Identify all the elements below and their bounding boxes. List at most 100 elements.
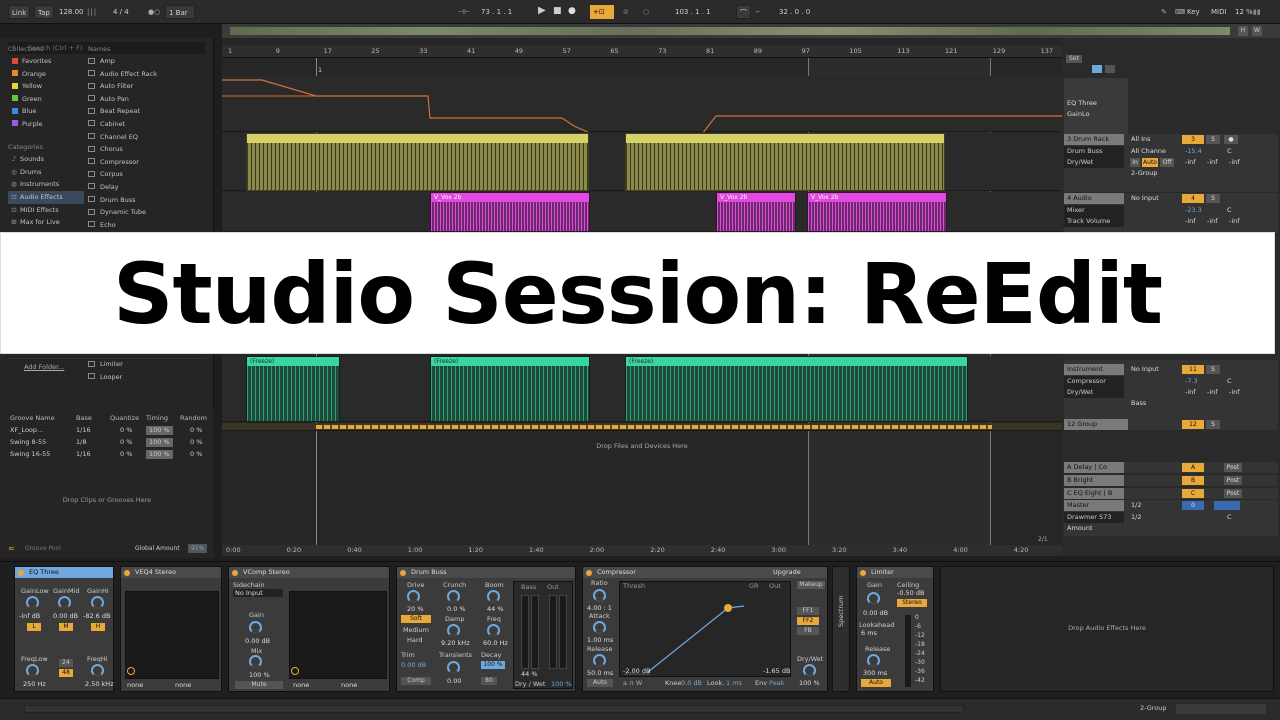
compressor-device[interactable]: Compressor Upgrade Ratio 4.00 : 1 Attack… xyxy=(582,566,828,692)
track-3-route[interactable]: 2-Group xyxy=(1128,168,1158,179)
groove-row[interactable]: Swing 8-55 1/8 0 % 100 % 0 % xyxy=(8,437,214,448)
track-3-send-c[interactable]: -inf xyxy=(1226,157,1240,168)
track-4-number[interactable]: 4 xyxy=(1182,194,1204,203)
track-11-send-c[interactable]: -inf xyxy=(1226,387,1240,398)
play-button[interactable]: ▶ xyxy=(535,4,549,18)
category-item[interactable]: ⊞ Max for Live xyxy=(8,216,84,229)
track-11-send-b[interactable]: -inf xyxy=(1204,387,1218,398)
master-route-1[interactable]: 1/2 xyxy=(1128,500,1141,511)
sidechain-mix-knob[interactable] xyxy=(249,655,262,668)
attack-knob[interactable] xyxy=(593,621,606,634)
groove-timing[interactable]: 100 % xyxy=(146,438,173,447)
track-11-route[interactable]: Bass xyxy=(1128,398,1146,409)
groove-base[interactable]: 1/8 xyxy=(76,437,86,448)
sidechain-gain-knob[interactable] xyxy=(249,621,262,634)
fb-button[interactable]: FB xyxy=(797,627,819,635)
groove-row[interactable]: Swing 16-55 1/16 0 % 100 % 0 % xyxy=(8,449,214,460)
automation-lane[interactable] xyxy=(222,76,1062,132)
boom-80-button[interactable]: 80 xyxy=(481,677,497,685)
loop-start[interactable]: 103 . 1 . 1 xyxy=(672,5,714,19)
overdub-button[interactable]: +⊡ xyxy=(590,5,614,19)
browser-item-looper[interactable]: Looper xyxy=(86,371,212,384)
vox-lane[interactable]: V_Vox 2b V_Vox 2b V_Vox 2b xyxy=(222,192,1062,232)
midi-map-button[interactable]: MIDI xyxy=(1208,5,1230,19)
browser-item-limiter[interactable]: Limiter xyxy=(86,358,212,371)
eq-three-device[interactable]: EQ Three GainLow GainMid GainHi -inf dB … xyxy=(14,566,114,692)
env-value[interactable]: Peak xyxy=(769,679,784,687)
punch-icon[interactable]: ⌐ xyxy=(752,5,764,19)
eq-three-power-icon[interactable] xyxy=(18,570,24,576)
tempo-field[interactable]: 128.00 xyxy=(56,5,87,19)
low-toggle[interactable]: L xyxy=(27,623,41,631)
return-post-button[interactable]: Post xyxy=(1224,463,1242,472)
track-3-off[interactable]: Off xyxy=(1160,158,1174,167)
veq4-device[interactable]: VEQ4 Stereo none none xyxy=(120,566,222,692)
groove-timing[interactable]: 100 % xyxy=(146,450,173,459)
category-item[interactable]: ⊡ Audio Effects xyxy=(8,190,84,204)
automation-arm-icon[interactable]: ⊘ xyxy=(620,5,632,19)
groove-random[interactable]: 0 % xyxy=(190,449,202,460)
master-pan[interactable]: C xyxy=(1224,512,1232,523)
track-4-header[interactable]: 4 Audio No Input Mixer Track Volume 4 S … xyxy=(1064,193,1278,233)
key-map-button[interactable]: Key xyxy=(1184,5,1203,19)
gainmid-knob[interactable] xyxy=(58,596,71,609)
browser-item[interactable]: Audio Effect Rack xyxy=(86,68,212,81)
set-button[interactable]: Set xyxy=(1066,55,1082,63)
track-3-device[interactable]: Drum Buss xyxy=(1064,146,1124,157)
groove-row[interactable]: XF_Loop... 1/16 0 % 100 % 0 % xyxy=(8,425,214,436)
return-track-header[interactable]: B Bright B Post xyxy=(1064,475,1278,486)
freeze-clip-2[interactable]: (Freeze) xyxy=(430,356,590,422)
drum-clip-2[interactable] xyxy=(625,133,945,191)
track-3-send-a[interactable]: -inf xyxy=(1182,157,1196,168)
master-header[interactable]: Master Drawmer S73 Amount 1/2 1/2 0 C xyxy=(1064,500,1278,536)
track-11-pan[interactable]: C xyxy=(1224,376,1232,387)
track-3-solo[interactable]: S xyxy=(1206,135,1220,144)
groove-random[interactable]: 0 % xyxy=(190,425,202,436)
return-post-button[interactable]: Post xyxy=(1224,489,1242,498)
group-12-number[interactable]: 12 xyxy=(1182,420,1204,429)
slope-24-button[interactable]: 24 xyxy=(59,659,73,667)
track-3-channels[interactable]: All Channe xyxy=(1128,146,1180,157)
browser-item[interactable]: Auto Pan xyxy=(86,93,212,106)
return-track-letter[interactable]: C xyxy=(1182,489,1204,498)
vcomp-power-icon[interactable] xyxy=(232,570,238,576)
high-toggle[interactable]: H xyxy=(91,623,105,631)
browser-item[interactable]: Amp xyxy=(86,55,212,68)
h-toggle[interactable]: H xyxy=(1238,26,1248,36)
drive-knob[interactable] xyxy=(407,590,420,603)
freqhi-knob[interactable] xyxy=(91,664,104,677)
nudge-icon[interactable]: ||| xyxy=(84,5,100,19)
track-11-device[interactable]: Instrument xyxy=(1064,364,1124,375)
gainhi-knob[interactable] xyxy=(91,596,104,609)
audio-effects-drop-zone[interactable]: Drop Audio Effects Here xyxy=(940,566,1274,692)
comp-dry-wet-knob[interactable] xyxy=(803,664,816,677)
freq-knob[interactable] xyxy=(487,624,500,637)
track-4-solo[interactable]: S xyxy=(1206,194,1220,203)
group-12-name[interactable]: 12 Group xyxy=(1064,419,1128,430)
return-track-header[interactable]: A Delay | Co A Post xyxy=(1064,462,1278,473)
slope-48-button[interactable]: 48 xyxy=(59,669,73,677)
browser-item[interactable]: Cabinet xyxy=(86,118,212,131)
reenable-icon[interactable]: ○ xyxy=(640,5,652,19)
browser-item[interactable]: Corpus xyxy=(86,168,212,181)
tap-button[interactable]: Tap xyxy=(34,5,54,19)
vcomp-config-icon[interactable] xyxy=(291,667,299,675)
drum-clip[interactable] xyxy=(246,133,589,191)
compressor-graph[interactable] xyxy=(619,581,791,677)
track-3-number[interactable]: 3 xyxy=(1182,135,1204,144)
vox-clip-2[interactable]: V_Vox 2b xyxy=(716,192,796,232)
track-3-param[interactable]: Dry/Wet xyxy=(1064,157,1124,168)
time-signature[interactable]: 4 / 4 xyxy=(110,5,132,19)
track-11-volume[interactable]: -7.3 xyxy=(1182,376,1198,387)
medium-button[interactable]: Medium xyxy=(403,626,429,634)
beat-ruler[interactable]: 1 9 17 25 33 41 49 57 65 73 81 89 97 105 113 121 129 137 xyxy=(222,46,1062,58)
track-3-pan[interactable]: C xyxy=(1224,146,1232,157)
drum-buss-device[interactable]: Drum Buss Drive Crunch Boom 20 % 0.0 % 4… xyxy=(396,566,576,692)
arrange-tool-icon[interactable] xyxy=(1092,65,1102,73)
boom-knob[interactable] xyxy=(487,590,500,603)
return-track-name[interactable]: B Bright xyxy=(1064,475,1124,486)
collection-item[interactable]: Green xyxy=(8,93,84,106)
instrument-lane[interactable]: (Freeze) (Freeze) (Freeze) xyxy=(222,356,1062,422)
soft-button[interactable]: Soft xyxy=(401,615,431,623)
output-value[interactable]: -1.65 dB xyxy=(763,667,790,675)
